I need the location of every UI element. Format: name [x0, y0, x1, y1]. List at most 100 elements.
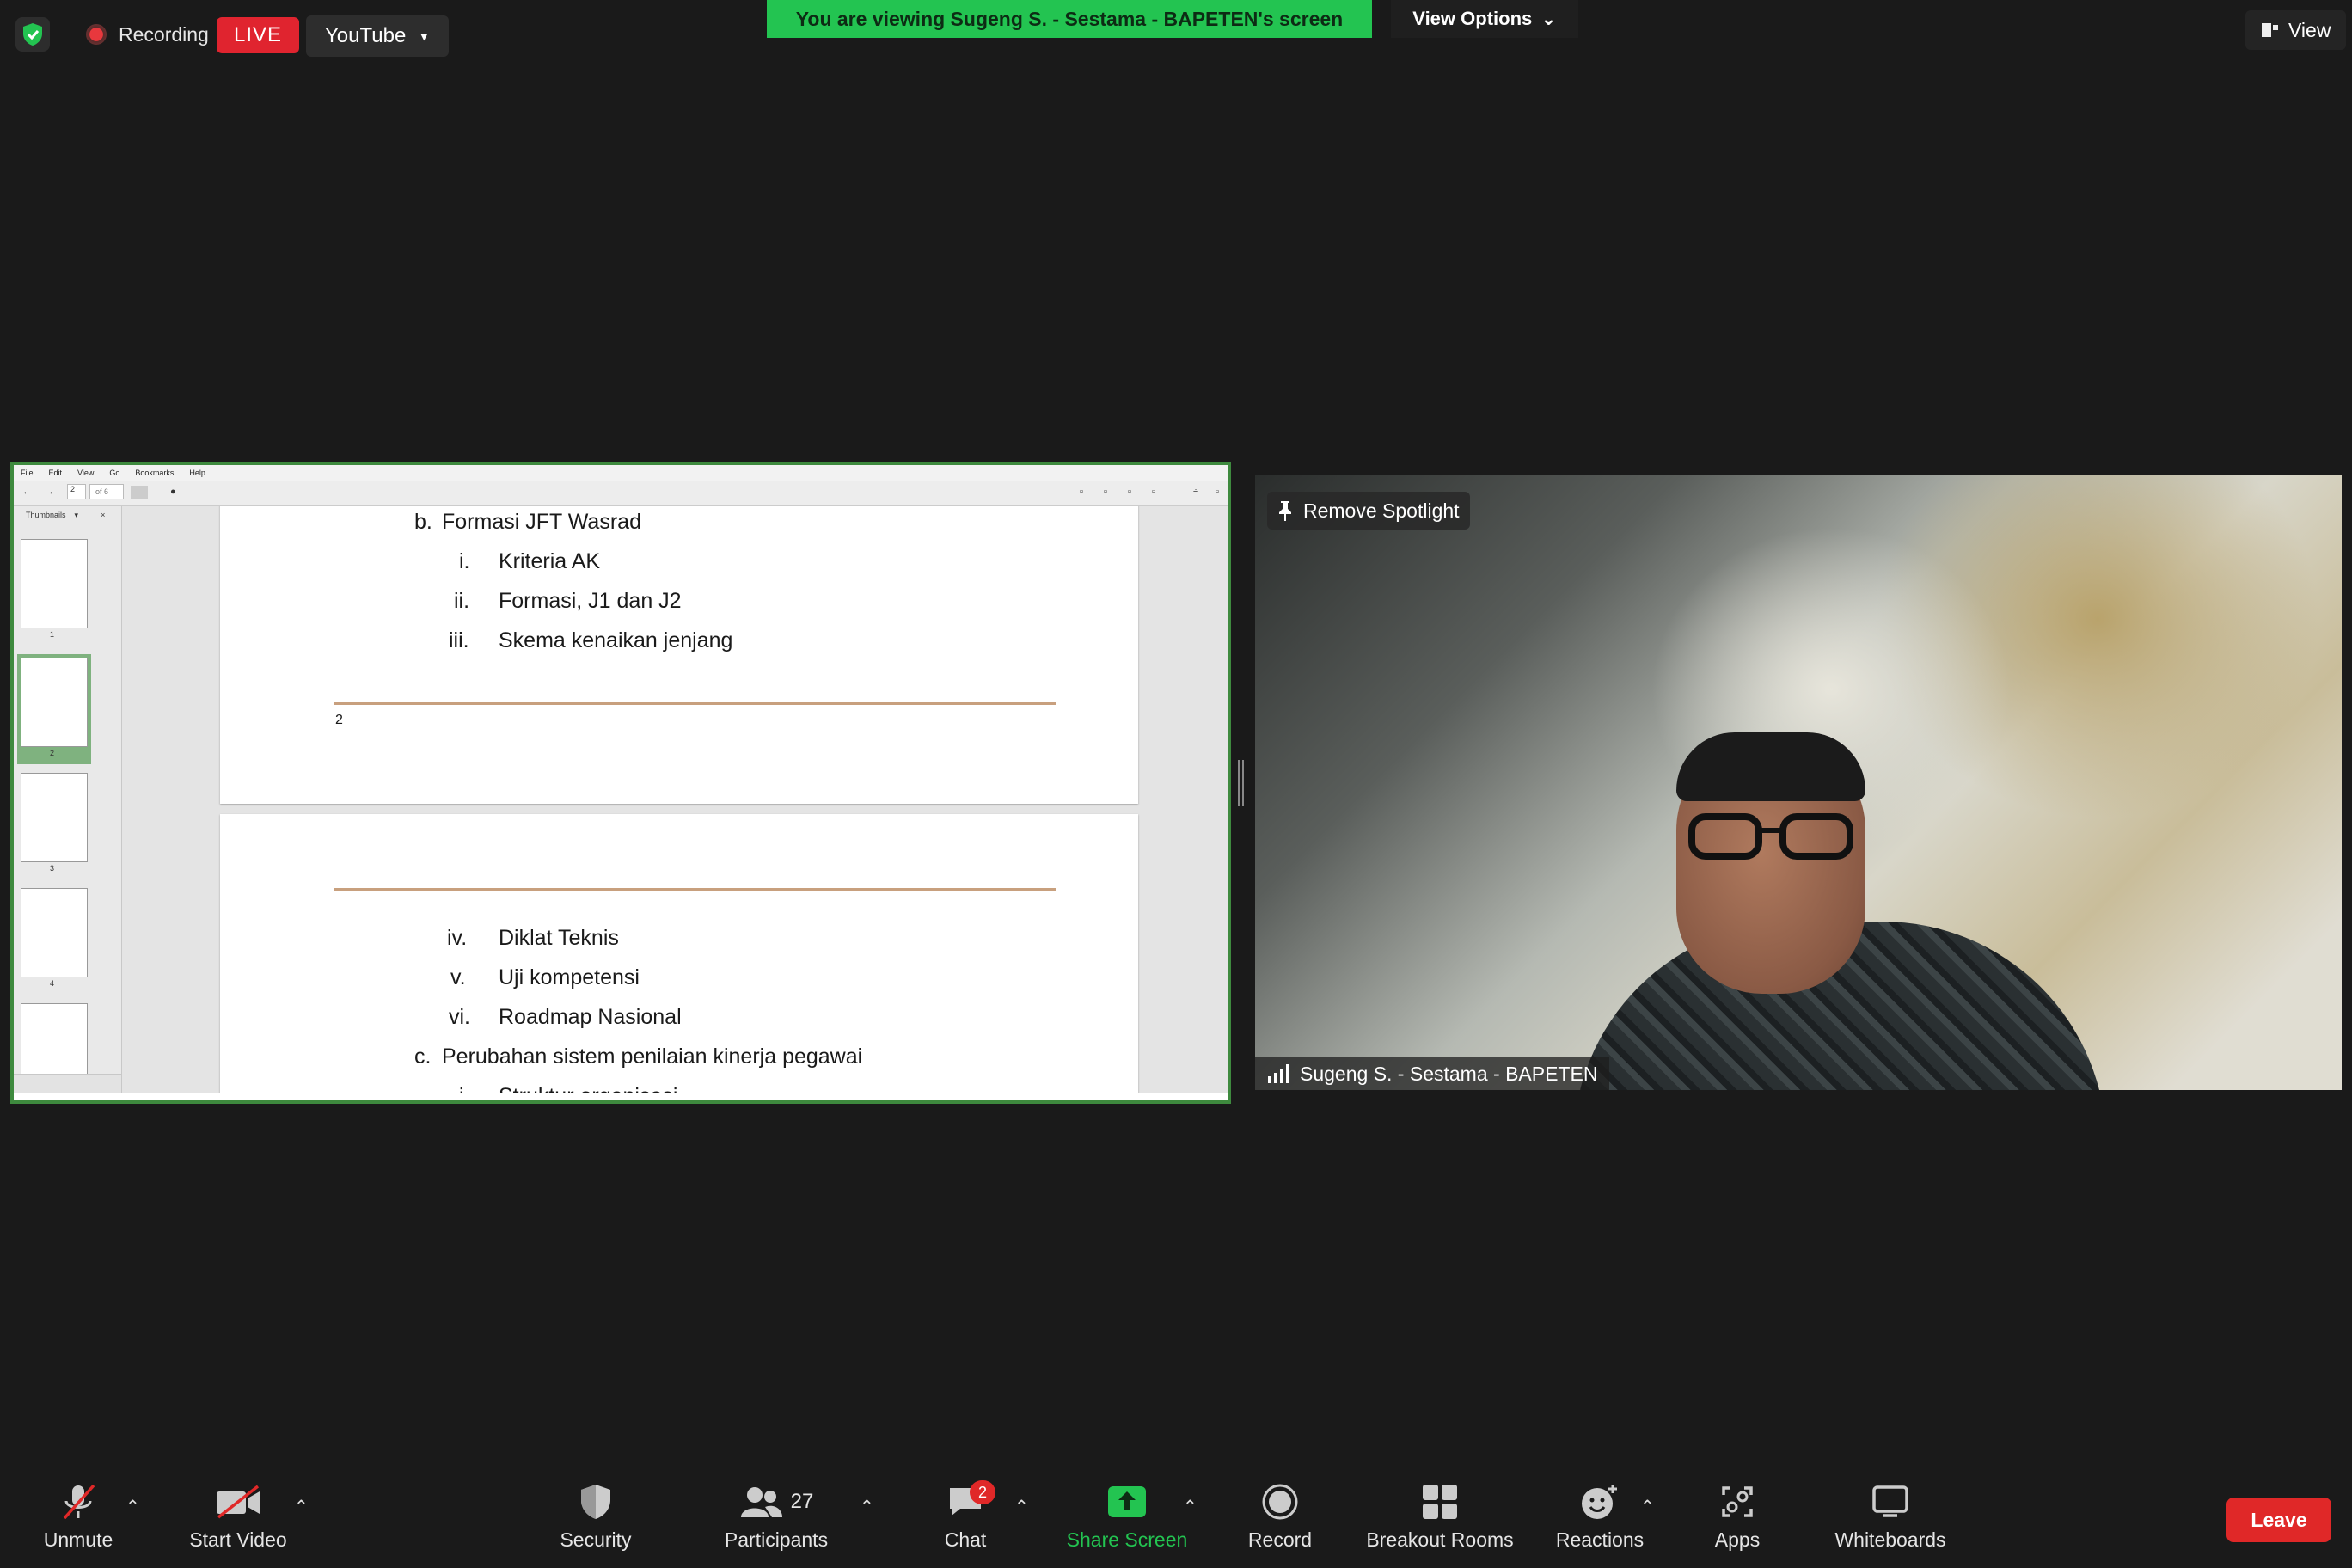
start-video-button[interactable]: Start Video — [156, 1480, 320, 1558]
chat-options-caret-icon[interactable]: ⌃ — [1014, 1496, 1029, 1517]
document-page: iv. Diklat Teknis v. Uji kompetensi vi. … — [220, 814, 1138, 1093]
breakout-rooms-button[interactable]: Breakout Rooms — [1358, 1480, 1522, 1558]
menu-go[interactable]: Go — [109, 469, 119, 477]
list-marker: ii. — [454, 589, 470, 613]
forward-arrow-icon[interactable]: → — [45, 487, 54, 497]
view-layout-button[interactable]: View — [2245, 10, 2347, 50]
menu-view[interactable]: View — [77, 469, 94, 477]
document-view[interactable]: b. Formasi JFT Wasrad i. Kriteria AK ii.… — [122, 506, 1228, 1093]
whiteboards-button[interactable]: Whiteboards — [1809, 1480, 1972, 1558]
stream-target-label: YouTube — [325, 24, 407, 47]
page-number: 2 — [335, 713, 343, 727]
pdf-menubar: File Edit View Go Bookmarks Help — [14, 465, 1228, 481]
apps-icon — [1722, 1486, 1753, 1517]
close-icon[interactable]: × — [101, 511, 105, 519]
fit-page-icon[interactable]: ▫ — [1128, 487, 1131, 497]
sidebar-title: Thumbnails — [26, 511, 66, 519]
live-badge[interactable]: LIVE — [217, 17, 300, 53]
page-count: of 6 — [89, 484, 124, 499]
document-page: b. Formasi JFT Wasrad i. Kriteria AK ii.… — [220, 506, 1138, 804]
menu-edit[interactable]: Edit — [49, 469, 63, 477]
sidebar-header[interactable]: Thumbnails ▾ × — [14, 506, 121, 524]
list-text: Roadmap Nasional — [499, 1005, 682, 1029]
list-marker: i. — [459, 549, 470, 573]
pin-icon — [1279, 501, 1291, 521]
sidebar-footer — [14, 1074, 121, 1093]
remove-spotlight-button[interactable]: Remove Spotlight — [1267, 492, 1470, 530]
recording-label: Recording — [119, 22, 209, 46]
participants-button[interactable]: 27 Participants — [695, 1480, 858, 1558]
shared-screen[interactable]: File Edit View Go Bookmarks Help ← → ● ▫… — [10, 462, 1231, 1104]
security-label: Security — [560, 1528, 632, 1551]
security-button[interactable]: Security — [514, 1480, 677, 1558]
share-screen-button[interactable]: Share Screen — [1045, 1480, 1209, 1558]
security-shield-icon — [581, 1485, 610, 1519]
view-options-button[interactable]: View Options ⌄ — [1391, 0, 1578, 38]
thumbnail-page[interactable] — [21, 888, 88, 977]
livestream-target-dropdown[interactable]: YouTube ▼ — [306, 15, 450, 57]
reactions-smiley-icon — [1582, 1485, 1617, 1519]
list-text: Formasi, J1 dan J2 — [499, 589, 682, 613]
participant-name-tag: Sugeng S. - Sestama - BAPETEN — [1255, 1057, 1610, 1090]
view-label: View — [2288, 18, 2331, 41]
speaker-hair — [1676, 732, 1865, 801]
video-options-caret-icon[interactable]: ⌃ — [294, 1496, 309, 1517]
layout-splitter-handle[interactable] — [1238, 760, 1244, 806]
menu-bookmarks[interactable]: Bookmarks — [135, 469, 174, 477]
thumbnail-page[interactable] — [21, 1003, 88, 1075]
footer-rule — [334, 702, 1056, 705]
encryption-shield-icon[interactable] — [15, 17, 50, 52]
whiteboards-label: Whiteboards — [1834, 1528, 1946, 1551]
start-video-label: Start Video — [189, 1528, 287, 1551]
participants-label: Participants — [724, 1528, 829, 1551]
list-text: Diklat Teknis — [499, 926, 619, 950]
thumbnail-page[interactable] — [21, 773, 88, 862]
thumbnail-page[interactable] — [21, 539, 88, 628]
list-text: Struktur organisasi — [499, 1084, 677, 1093]
list-text: Kriteria AK — [499, 549, 601, 573]
fullscreen-icon[interactable]: ▫ — [1216, 487, 1219, 497]
unmute-button[interactable]: Unmute — [0, 1480, 160, 1558]
record-button[interactable]: Record — [1198, 1480, 1362, 1558]
participants-icon — [740, 1487, 782, 1517]
chat-label: Chat — [944, 1528, 987, 1551]
list-text: Skema kenaikan jenjang — [499, 628, 733, 652]
zoom-out-icon[interactable]: ▫ — [1080, 487, 1083, 497]
participants-count: 27 — [790, 1490, 814, 1513]
menu-file[interactable]: File — [21, 469, 34, 477]
header-rule — [334, 888, 1056, 891]
dropdown-caret-icon: ▾ — [74, 510, 79, 519]
fit-width-icon[interactable]: ▫ — [1152, 487, 1155, 497]
participant-video[interactable] — [1255, 475, 2342, 1090]
rotate-icon[interactable]: ÷ — [1193, 487, 1198, 497]
zoom-in-icon[interactable]: ▫ — [1104, 487, 1107, 497]
page-number-input[interactable]: 2 — [67, 484, 86, 499]
share-screen-label: Share Screen — [1066, 1528, 1188, 1551]
back-arrow-icon[interactable]: ← — [22, 487, 32, 497]
unmute-label: Unmute — [43, 1528, 113, 1551]
thumbnail-page[interactable] — [21, 658, 88, 747]
reactions-options-caret-icon[interactable]: ⌃ — [1640, 1496, 1655, 1517]
menu-help[interactable]: Help — [189, 469, 205, 477]
share-options-caret-icon[interactable]: ⌃ — [1183, 1496, 1197, 1517]
list-marker: v. — [450, 965, 466, 989]
thumbnail-sidebar: Thumbnails ▾ × 1 2 3 4 — [14, 506, 122, 1093]
list-marker: iii. — [449, 628, 469, 652]
chat-button[interactable]: Chat — [884, 1480, 1047, 1558]
sidebar-toggle-icon[interactable] — [131, 486, 148, 499]
apps-button[interactable]: Apps — [1656, 1480, 1819, 1558]
muted-microphone-icon — [63, 1484, 95, 1520]
reactions-label: Reactions — [1555, 1528, 1645, 1551]
whiteboard-icon — [1872, 1485, 1908, 1517]
participants-options-caret-icon[interactable]: ⌃ — [860, 1496, 874, 1517]
list-marker: b. — [414, 510, 432, 534]
record-label: Record — [1247, 1528, 1313, 1551]
recording-indicator[interactable]: Recording — [74, 15, 221, 53]
thumbnail-number: 2 — [50, 749, 55, 757]
annotate-icon[interactable]: ● — [170, 487, 176, 497]
video-off-icon — [217, 1485, 260, 1519]
leave-button[interactable]: Leave — [2226, 1498, 2331, 1542]
audio-options-caret-icon[interactable]: ⌃ — [126, 1496, 140, 1517]
pdf-toolbar: ← → ● ▫ ▫ ▫ ▫ ÷ ▫ — [14, 481, 1228, 506]
thumbnail-number: 4 — [50, 979, 55, 988]
